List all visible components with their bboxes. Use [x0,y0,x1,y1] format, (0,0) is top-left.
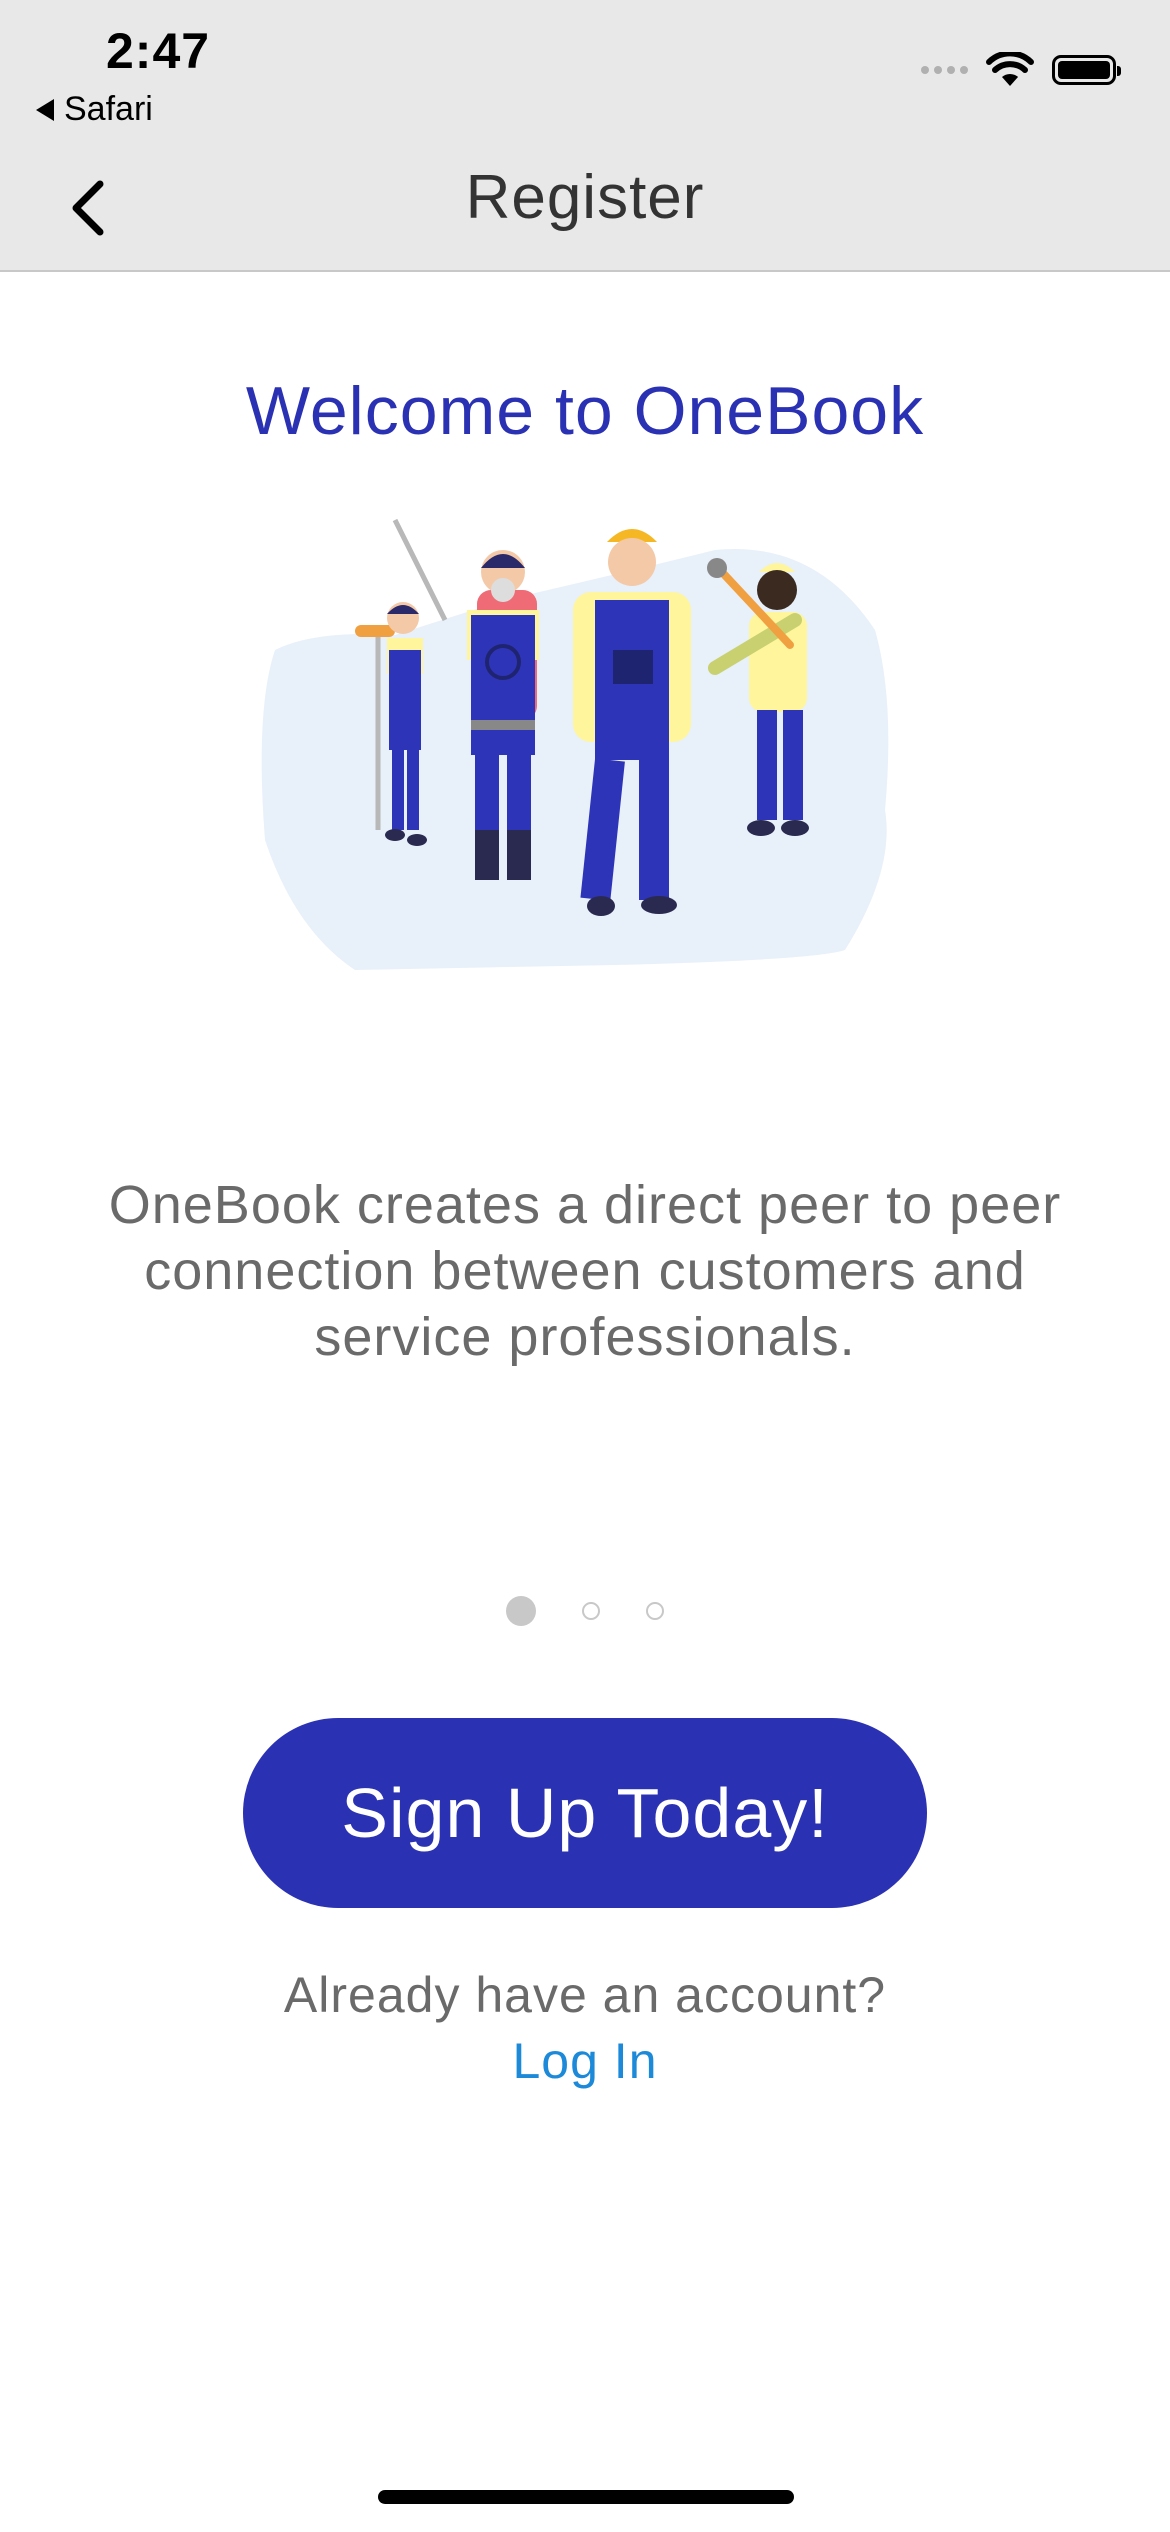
page-dot-1[interactable] [506,1596,536,1626]
workers-illustration [261,518,889,970]
log-in-link[interactable]: Log In [0,2032,1170,2090]
top-bar: 2:47 Safari Register [0,0,1170,272]
battery-icon [1052,55,1121,85]
cellular-signal-icon [921,66,968,74]
page-indicator[interactable] [0,1596,1170,1626]
intro-description: OneBook creates a direct peer to peer co… [108,1175,1062,1367]
status-time: 2:47 [106,23,211,79]
sign-up-button[interactable]: Sign Up Today! [243,1718,927,1908]
back-triangle-icon [36,98,54,121]
status-indicators [921,52,1121,88]
back-app-label: Safari [64,90,153,128]
welcome-heading: Welcome to OneBook [245,373,925,449]
page-dot-3[interactable] [646,1602,664,1620]
page-title: Register [465,163,705,232]
already-have-account-text: Already have an account? [283,1967,887,2023]
back-to-app-button[interactable]: Safari [36,90,153,129]
wifi-icon [986,52,1034,86]
home-indicator[interactable] [378,2490,794,2504]
page-dot-2[interactable] [582,1602,600,1620]
